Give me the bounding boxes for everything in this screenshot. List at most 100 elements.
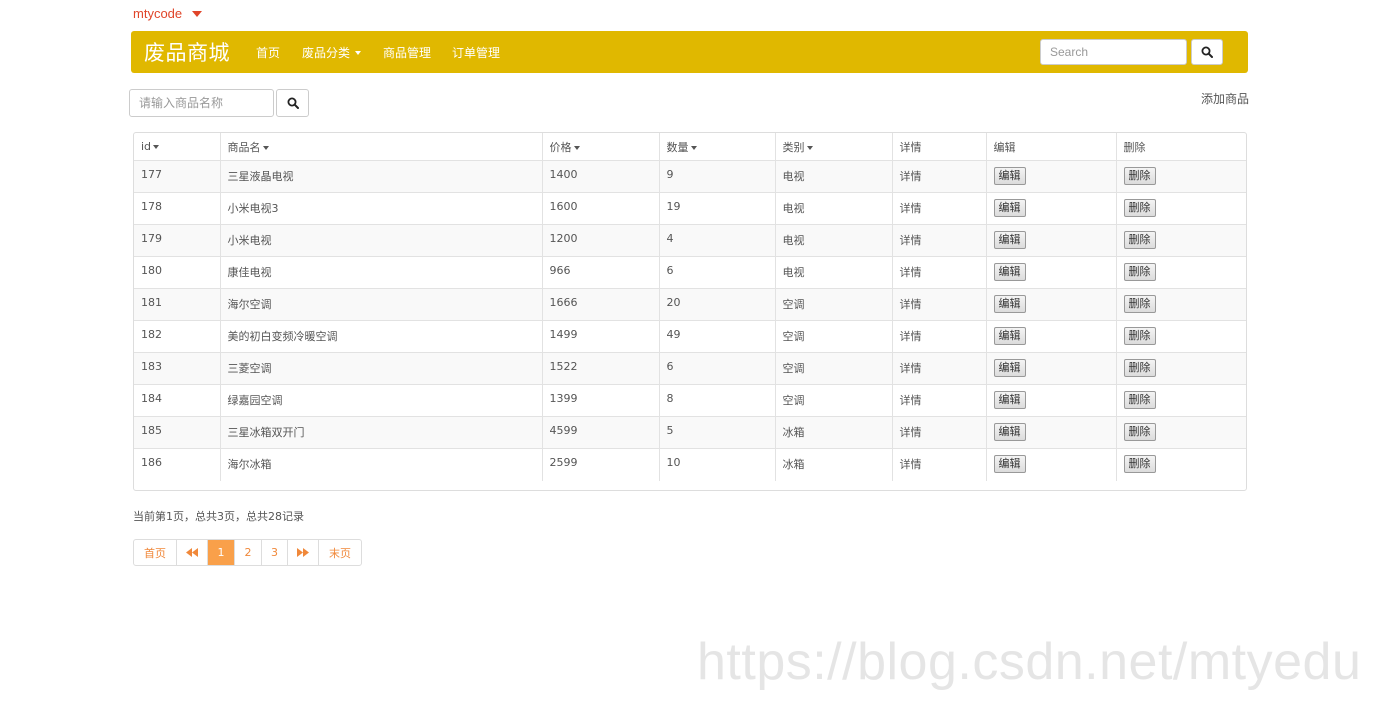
nav-search-input[interactable]: Search <box>1040 39 1187 65</box>
edit-button[interactable]: 编辑 <box>993 231 1026 249</box>
prev-page-button[interactable] <box>177 540 208 565</box>
table-header-col-edit: 编辑 <box>986 133 1117 161</box>
cell-detail[interactable]: 详情 <box>892 320 987 353</box>
cell-delete: 删除 <box>1116 160 1246 193</box>
cell-delete: 删除 <box>1116 320 1246 353</box>
delete-button[interactable]: 删除 <box>1123 231 1156 249</box>
delete-button[interactable]: 删除 <box>1123 263 1156 281</box>
cell-detail[interactable]: 详情 <box>892 416 987 449</box>
page-button-1[interactable]: 1 <box>208 540 235 565</box>
edit-button[interactable]: 编辑 <box>993 263 1026 281</box>
cell-name: 绿嘉园空调 <box>220 384 543 417</box>
delete-button[interactable]: 删除 <box>1123 423 1156 441</box>
delete-button[interactable]: 删除 <box>1123 167 1156 185</box>
delete-button[interactable]: 删除 <box>1123 199 1156 217</box>
cell-price: 4599 <box>542 416 660 449</box>
table-row: 179 小米电视 1200 4 电视 详情 编辑 删除 <box>134 224 1246 257</box>
user-name[interactable]: mtycode <box>133 6 182 21</box>
table-header-label: 删除 <box>1123 140 1146 154</box>
nav-item-orders[interactable]: 订单管理 <box>452 44 500 61</box>
delete-button[interactable]: 删除 <box>1123 455 1156 473</box>
cell-edit: 编辑 <box>986 288 1117 321</box>
cell-id: 180 <box>134 256 221 289</box>
cell-qty: 8 <box>659 384 776 417</box>
cell-detail[interactable]: 详情 <box>892 160 987 193</box>
cell-price: 1200 <box>542 224 660 257</box>
nav-item-categories[interactable]: 废品分类 <box>302 44 362 61</box>
table-header-col-category[interactable]: 类别 <box>775 133 893 161</box>
cell-delete: 删除 <box>1116 416 1246 449</box>
cell-detail[interactable]: 详情 <box>892 224 987 257</box>
delete-button[interactable]: 删除 <box>1123 327 1156 345</box>
edit-button[interactable]: 编辑 <box>993 391 1026 409</box>
table-header-label: 数量 <box>666 140 689 154</box>
cell-detail[interactable]: 详情 <box>892 384 987 417</box>
table-row: 182 美的初白变频冷暖空调 1499 49 空调 详情 编辑 删除 <box>134 320 1246 353</box>
double-chevron-right-icon <box>297 548 309 557</box>
edit-button[interactable]: 编辑 <box>993 359 1026 377</box>
table-header-col-id[interactable]: id <box>134 133 221 161</box>
table-header-label: 类别 <box>782 140 805 154</box>
table-header-row: id 商品名 价格 数量 类别 详情 编辑 删除 <box>134 133 1246 161</box>
table-body: 177 三星液晶电视 1400 9 电视 详情 编辑 删除 178 小米电视3 1600 19 电视 详情… <box>134 160 1246 481</box>
table-header-col-qty[interactable]: 数量 <box>659 133 776 161</box>
cell-delete: 删除 <box>1116 384 1246 417</box>
product-table: id 商品名 价格 数量 类别 详情 编辑 删除 177 三星液晶电视 1400 9 电视 详情 编辑 删除… <box>133 132 1247 491</box>
chevron-down-icon <box>355 50 362 55</box>
cell-detail[interactable]: 详情 <box>892 288 987 321</box>
cell-delete: 删除 <box>1116 224 1246 257</box>
cell-qty: 19 <box>659 192 776 225</box>
nav-item-products-label[interactable]: 商品管理 <box>383 44 431 61</box>
last-page-button[interactable]: 末页 <box>319 540 361 565</box>
cell-category: 空调 <box>775 288 893 321</box>
sort-caret-icon <box>153 145 160 149</box>
cell-qty: 10 <box>659 448 776 481</box>
table-header-col-price[interactable]: 价格 <box>542 133 660 161</box>
nav-item-home-label[interactable]: 首页 <box>256 44 280 61</box>
cell-edit: 编辑 <box>986 448 1117 481</box>
table-header-label: 编辑 <box>993 140 1016 154</box>
nav-search-button[interactable] <box>1191 39 1223 65</box>
product-search-button[interactable] <box>276 89 309 117</box>
cell-detail[interactable]: 详情 <box>892 192 987 225</box>
table-header-label: id <box>141 140 152 153</box>
delete-button[interactable]: 删除 <box>1123 359 1156 377</box>
edit-button[interactable]: 编辑 <box>993 455 1026 473</box>
nav-item-categories-label[interactable]: 废品分类 <box>302 44 350 61</box>
add-product-link[interactable]: 添加商品 <box>1201 90 1249 107</box>
cell-detail[interactable]: 详情 <box>892 256 987 289</box>
cell-id: 184 <box>134 384 221 417</box>
search-icon <box>287 97 299 109</box>
cell-qty: 4 <box>659 224 776 257</box>
next-page-button[interactable] <box>288 540 319 565</box>
page-button-3[interactable]: 3 <box>262 540 288 565</box>
table-row: 186 海尔冰箱 2599 10 冰箱 详情 编辑 删除 <box>134 448 1246 481</box>
nav-item-home[interactable]: 首页 <box>256 44 280 61</box>
cell-delete: 删除 <box>1116 256 1246 289</box>
cell-detail[interactable]: 详情 <box>892 352 987 385</box>
user-menu[interactable]: mtycode <box>133 6 203 21</box>
cell-detail[interactable]: 详情 <box>892 448 987 481</box>
sort-caret-icon <box>690 145 697 150</box>
edit-button[interactable]: 编辑 <box>993 327 1026 345</box>
delete-button[interactable]: 删除 <box>1123 391 1156 409</box>
edit-button[interactable]: 编辑 <box>993 423 1026 441</box>
edit-button[interactable]: 编辑 <box>993 167 1026 185</box>
table-row: 185 三星冰箱双开门 4599 5 冰箱 详情 编辑 删除 <box>134 416 1246 449</box>
brand[interactable]: 废品商城 <box>144 37 230 67</box>
cell-edit: 编辑 <box>986 256 1117 289</box>
delete-button[interactable]: 删除 <box>1123 295 1156 313</box>
cell-price: 1400 <box>542 160 660 193</box>
page-button-2[interactable]: 2 <box>235 540 262 565</box>
cell-price: 2599 <box>542 448 660 481</box>
edit-button[interactable]: 编辑 <box>993 199 1026 217</box>
first-page-button[interactable]: 首页 <box>134 540 177 565</box>
nav-item-products[interactable]: 商品管理 <box>383 44 431 61</box>
edit-button[interactable]: 编辑 <box>993 295 1026 313</box>
table-header-col-name[interactable]: 商品名 <box>220 133 543 161</box>
product-search-input[interactable]: 请输入商品名称 <box>129 89 274 117</box>
nav-item-orders-label[interactable]: 订单管理 <box>452 44 500 61</box>
cell-edit: 编辑 <box>986 352 1117 385</box>
table-header-col-detail: 详情 <box>892 133 987 161</box>
cell-id: 177 <box>134 160 221 193</box>
